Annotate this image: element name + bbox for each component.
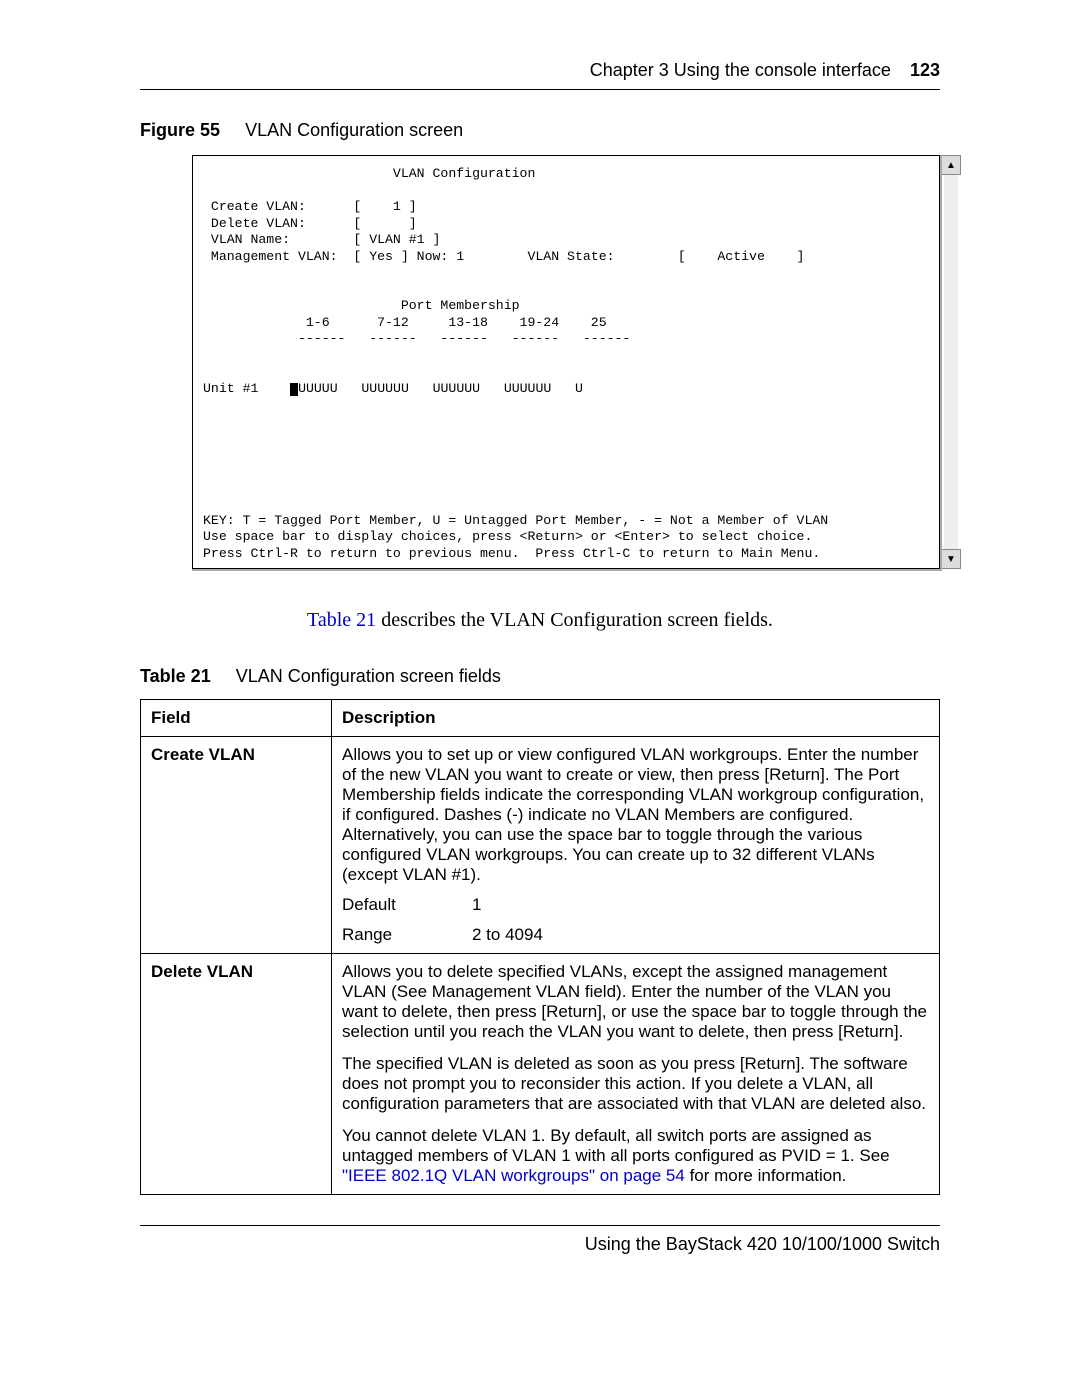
term-pm-header: Port Membership: [203, 298, 520, 313]
term-name: VLAN Name: [ VLAN #1 ]: [203, 232, 440, 247]
body-paragraph: Table 21 describes the VLAN Configuratio…: [140, 609, 940, 632]
scroll-down-button[interactable]: ▼: [941, 549, 961, 569]
term-unit-right: UUUUU UUUUUU UUUUUU UUUUUU U: [298, 381, 583, 396]
col-description: Description: [332, 700, 940, 737]
chevron-down-icon: ▼: [946, 554, 956, 565]
terminal-window: ▲ ▼ VLAN Configuration Create VLAN: [ 1 …: [192, 155, 940, 569]
create-vlan-text: Allows you to set up or view configured …: [342, 745, 929, 885]
p3a: You cannot delete VLAN 1. By default, al…: [342, 1126, 890, 1165]
table-label: Table 21: [140, 666, 211, 686]
table-caption: Table 21 VLAN Configuration screen field…: [140, 666, 940, 687]
ieee-vlan-xref[interactable]: "IEEE 802.1Q VLAN workgroups" on page 54: [342, 1166, 685, 1185]
delete-vlan-p1: Allows you to delete specified VLANs, ex…: [342, 962, 929, 1042]
term-key1: KEY: T = Tagged Port Member, U = Untagge…: [203, 513, 828, 528]
term-delete: Delete VLAN: [ ]: [203, 216, 417, 231]
delete-vlan-p3: You cannot delete VLAN 1. By default, al…: [342, 1126, 929, 1186]
body-rest: describes the VLAN Configuration screen …: [376, 609, 773, 631]
range-value: 2 to 4094: [472, 925, 543, 945]
p3b: for more information.: [685, 1166, 847, 1185]
range-row: Range 2 to 4094: [342, 925, 929, 945]
chevron-up-icon: ▲: [946, 160, 956, 171]
footer-text: Using the BayStack 420 10/100/1000 Switc…: [140, 1234, 940, 1255]
default-row: Default 1: [342, 895, 929, 915]
desc-create-vlan: Allows you to set up or view configured …: [332, 737, 940, 954]
field-delete-vlan: Delete VLAN: [141, 954, 332, 1195]
fields-table: Field Description Create VLAN Allows you…: [140, 699, 940, 1195]
figure-label: Figure 55: [140, 120, 220, 140]
chapter-header: Chapter 3 Using the console interface 12…: [140, 60, 940, 89]
delete-vlan-p2: The specified VLAN is deleted as soon as…: [342, 1054, 929, 1114]
page: Chapter 3 Using the console interface 12…: [0, 0, 1080, 1295]
page-number: 123: [910, 60, 940, 80]
term-pm-dash: ------ ------ ------ ------ ------: [203, 331, 630, 346]
figure-caption: Figure 55 VLAN Configuration screen: [140, 120, 940, 141]
table-xref-link[interactable]: Table 21: [307, 609, 376, 631]
term-unit-left: Unit #1: [203, 381, 290, 396]
table-title: VLAN Configuration screen fields: [236, 666, 501, 686]
footer-rule: [140, 1225, 940, 1226]
term-create: Create VLAN: [ 1 ]: [203, 199, 417, 214]
range-label: Range: [342, 925, 472, 945]
term-key3: Press Ctrl-R to return to previous menu.…: [203, 546, 820, 561]
term-pm-cols: 1-6 7-12 13-18 19-24 25: [203, 315, 607, 330]
figure-title: VLAN Configuration screen: [245, 120, 463, 140]
header-rule: [140, 89, 940, 90]
default-value: 1: [472, 895, 481, 915]
cursor-icon: [290, 383, 298, 396]
col-field: Field: [141, 700, 332, 737]
terminal-content: VLAN Configuration Create VLAN: [ 1 ] De…: [192, 155, 940, 569]
term-mgmt: Management VLAN: [ Yes ] Now: 1 VLAN Sta…: [203, 249, 804, 264]
desc-delete-vlan: Allows you to delete specified VLANs, ex…: [332, 954, 940, 1195]
field-create-vlan: Create VLAN: [141, 737, 332, 954]
default-label: Default: [342, 895, 472, 915]
table-header-row: Field Description: [141, 700, 940, 737]
term-key2: Use space bar to display choices, press …: [203, 529, 812, 544]
term-title: VLAN Configuration: [203, 166, 535, 181]
chapter-text: Chapter 3 Using the console interface: [590, 60, 891, 80]
table-row: Delete VLAN Allows you to delete specifi…: [141, 954, 940, 1195]
scrollbar-track[interactable]: [944, 175, 958, 549]
scroll-up-button[interactable]: ▲: [941, 155, 961, 175]
table-row: Create VLAN Allows you to set up or view…: [141, 737, 940, 954]
